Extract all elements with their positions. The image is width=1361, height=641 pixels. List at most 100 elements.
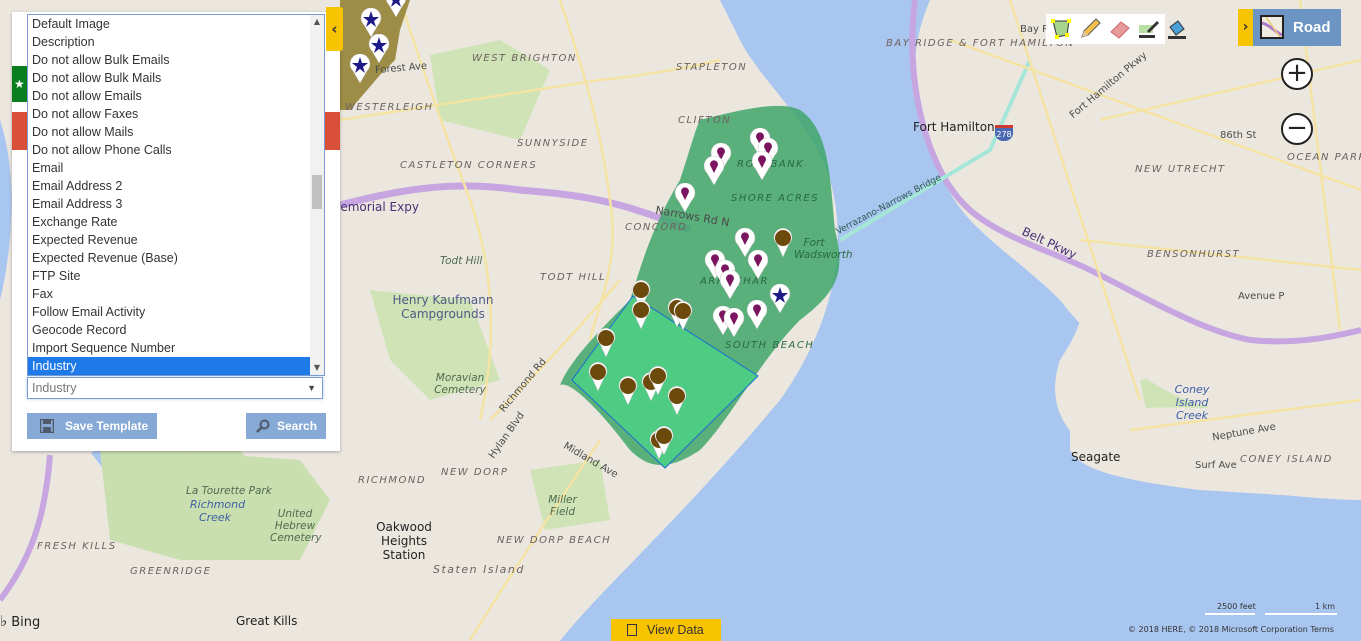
field-option[interactable]: FTP Site	[28, 267, 324, 285]
map-label: CONCORD	[625, 222, 688, 233]
water-label: Richmond Creek	[190, 498, 246, 524]
fill-color-icon[interactable]	[1166, 17, 1190, 41]
field-option[interactable]: Do not allow Faxes	[28, 105, 324, 123]
field-option[interactable]: Import Sequence Number	[28, 339, 324, 357]
chevron-left-icon: ‹	[331, 20, 338, 38]
map-pin-icon[interactable]	[723, 308, 745, 338]
field-option[interactable]: Geocode Record	[28, 321, 324, 339]
map-pin-icon[interactable]	[653, 426, 675, 456]
map-pin-icon[interactable]	[772, 228, 794, 258]
listbox-scrollbar[interactable]: ▲ ▼	[310, 15, 324, 375]
scroll-down-arrow-icon[interactable]: ▼	[310, 361, 324, 375]
interstate-shield: 278	[995, 125, 1013, 141]
save-template-label: Save Template	[65, 419, 149, 433]
field-option[interactable]: Do not allow Bulk Mails	[28, 69, 324, 87]
map-label: TODT HILL	[540, 272, 607, 283]
map-type-label: Road	[1293, 19, 1331, 36]
map-label: RICHMOND	[358, 475, 427, 486]
place-label: Henry Kaufmann Campgrounds	[392, 293, 494, 321]
star-pin-icon[interactable]	[349, 54, 371, 84]
place-label: Seagate	[1071, 450, 1121, 464]
field-listbox[interactable]: Default Image Description Do not allow Bul…	[27, 14, 325, 376]
map-type-switcher[interactable]: › Road	[1238, 9, 1341, 46]
chevron-right-icon[interactable]: ›	[1238, 9, 1253, 46]
field-option[interactable]: Do not allow Mails	[28, 123, 324, 141]
field-option[interactable]: Email	[28, 159, 324, 177]
map-pin-icon[interactable]	[751, 151, 773, 181]
map-label: SOUTH BEACH	[725, 340, 815, 351]
map-pin-icon[interactable]	[595, 328, 617, 358]
field-option[interactable]: Expected Revenue (Base)	[28, 249, 324, 267]
save-template-button[interactable]: Save Template	[27, 413, 157, 439]
field-option[interactable]: Expected Revenue	[28, 231, 324, 249]
water-label: Coney Island Creek	[1174, 383, 1210, 422]
scale-feet: 2500 feet	[1217, 602, 1256, 611]
field-option[interactable]: Fax	[28, 285, 324, 303]
view-data-button[interactable]: View Data	[611, 619, 721, 641]
map-pin-icon[interactable]	[672, 301, 694, 331]
favorite-tab[interactable]: ★	[12, 66, 28, 102]
street-label: Memorial Expy	[330, 200, 419, 214]
field-select-dropdown[interactable]: Industry ▼	[27, 377, 323, 399]
field-option[interactable]: Follow Email Activity	[28, 303, 324, 321]
field-option[interactable]: Description	[28, 33, 324, 51]
pencil-icon[interactable]	[1078, 17, 1102, 41]
map-label: GREENRIDGE	[130, 566, 212, 577]
eraser-icon[interactable]	[1108, 17, 1132, 41]
street-label: Surf Ave	[1195, 460, 1237, 471]
map-label: CLIFTON	[678, 115, 732, 126]
field-option[interactable]: Email Address 3	[28, 195, 324, 213]
list-icon	[627, 624, 637, 636]
scale-bar: 2500 feet 1 km	[1205, 602, 1337, 616]
collapse-panel-button[interactable]: ‹	[326, 7, 343, 51]
star-pin-icon[interactable]	[368, 34, 390, 64]
map-pin-icon[interactable]	[747, 250, 769, 280]
search-button[interactable]: Search	[246, 413, 326, 439]
star-pin-icon[interactable]	[385, 0, 407, 18]
drawing-toolbar	[1046, 14, 1186, 44]
map-pin-icon[interactable]	[630, 300, 652, 330]
map-pin-icon[interactable]	[674, 183, 696, 213]
field-option[interactable]: Do not allow Bulk Emails	[28, 51, 324, 69]
map-label: SUNNYSIDE	[517, 138, 589, 149]
floppy-disk-icon	[40, 419, 54, 433]
field-option[interactable]: Exchange Rate	[28, 213, 324, 231]
edit-shape-icon[interactable]	[1137, 17, 1161, 41]
zoom-in-button[interactable]: +	[1281, 58, 1313, 90]
field-option[interactable]: Email Address 2	[28, 177, 324, 195]
star-pin-icon[interactable]	[769, 284, 791, 314]
zoom-out-button[interactable]: −	[1281, 113, 1313, 145]
search-label: Search	[277, 419, 318, 433]
map-label: CASTLETON CORNERS	[400, 160, 538, 171]
map-pin-icon[interactable]	[617, 376, 639, 406]
map-pin-icon[interactable]	[719, 270, 741, 300]
map-pin-icon[interactable]	[703, 156, 725, 186]
place-label: Todt Hill	[440, 255, 483, 267]
map-label: NEW DORP BEACH	[497, 535, 612, 546]
place-label: Oakwood Heights Station	[376, 520, 432, 562]
scroll-thumb[interactable]	[312, 175, 322, 209]
bing-logo: ♭ Bing	[0, 612, 41, 630]
polygon-draw-icon[interactable]	[1049, 17, 1073, 41]
map-pin-icon[interactable]	[666, 386, 688, 416]
map-label: NEW UTRECHT	[1135, 164, 1226, 175]
park-label: La Tourette Park	[186, 485, 272, 497]
view-data-label: View Data	[647, 623, 704, 637]
map-pin-icon[interactable]	[746, 300, 768, 330]
park-label: Miller Field	[548, 494, 577, 518]
field-option[interactable]: Do not allow Emails	[28, 87, 324, 105]
scroll-up-arrow-icon[interactable]: ▲	[310, 15, 324, 29]
street-label: Avenue P	[1238, 291, 1285, 302]
copyright-text[interactable]: © 2018 HERE, © 2018 Microsoft Corporatio…	[1128, 625, 1334, 634]
place-label: Fort Wadsworth	[794, 237, 853, 261]
field-option[interactable]: Industry	[28, 357, 324, 375]
map-label: CONEY ISLAND	[1240, 454, 1333, 465]
park-label: United Hebrew Cemetery	[270, 508, 322, 544]
road-map-thumbnail-icon	[1260, 15, 1284, 39]
place-label: Fort Hamilton	[913, 120, 995, 134]
field-option[interactable]: Default Image	[28, 15, 324, 33]
field-option[interactable]: Do not allow Phone Calls	[28, 141, 324, 159]
star-icon: ★	[14, 77, 25, 91]
scale-km: 1 km	[1314, 602, 1335, 611]
map-pin-icon[interactable]	[587, 362, 609, 392]
